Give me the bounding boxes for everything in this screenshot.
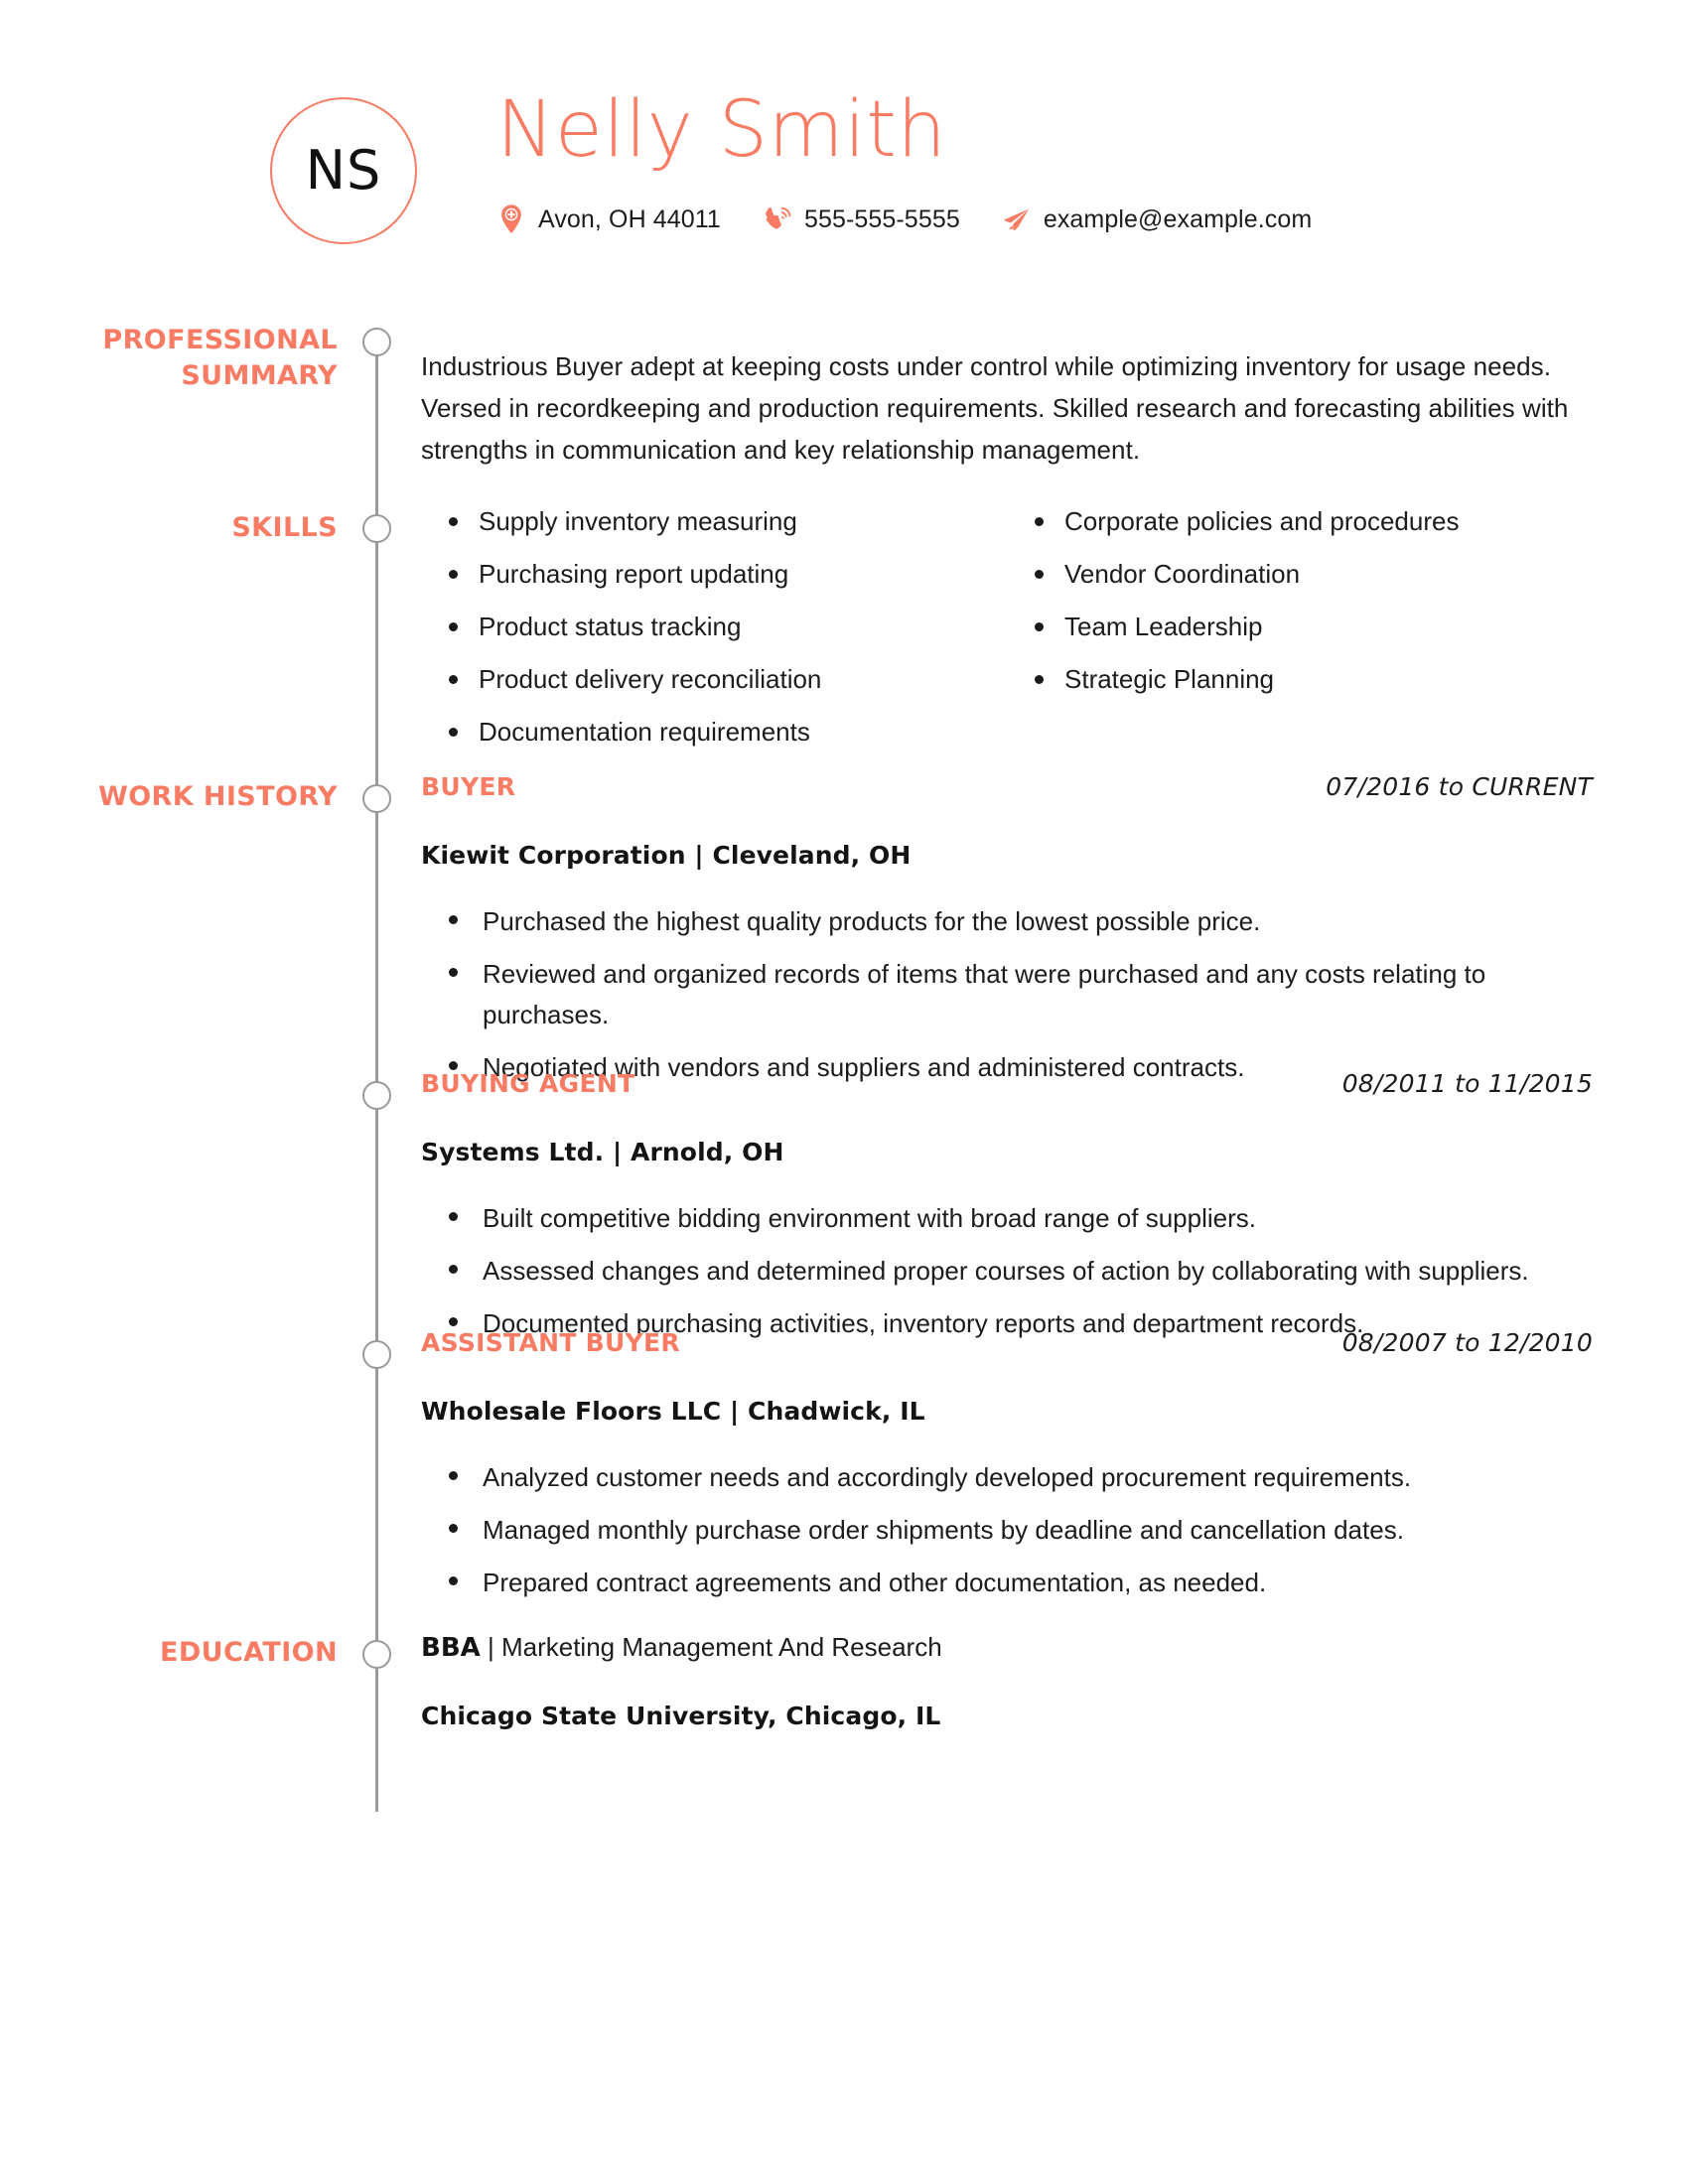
skill-item: Team Leadership — [1007, 614, 1593, 639]
timeline-dot-job-0 — [362, 784, 391, 813]
education-degree-line: BBA | Marketing Management And Research — [421, 1632, 1593, 1664]
resume-page: NS Nelly Smith Avon, OH 44011 555-555-55… — [0, 0, 1688, 2184]
job-bullet: Reviewed and organized records of items … — [421, 954, 1593, 1035]
job-entry: BUYER 07/2016 to CURRENT Kiewit Corporat… — [421, 772, 1593, 1100]
education-school: Chicago State University, Chicago, IL — [421, 1702, 941, 1731]
summary-label-line-1: PROFESSIONAL — [102, 325, 338, 355]
job-bullet: Assessed changes and determined proper c… — [421, 1251, 1593, 1292]
skills-column-left: Supply inventory measuring Purchasing re… — [421, 508, 1007, 771]
section-education: BBA | Marketing Management And Research … — [421, 1632, 1593, 1730]
section-label-skills: SKILLS — [231, 512, 338, 543]
job-dates: 08/2007 to 12/2010 — [1341, 1328, 1593, 1357]
job-bullet: Prepared contract agreements and other d… — [421, 1563, 1593, 1603]
job-bullet: Managed monthly purchase order shipments… — [421, 1510, 1593, 1551]
skill-item: Corporate policies and procedures — [1007, 508, 1593, 534]
phone-icon — [766, 206, 791, 229]
timeline-dot-education — [362, 1640, 391, 1669]
location-pin-icon — [501, 205, 521, 233]
job-dates: 07/2016 to CURRENT — [1326, 772, 1593, 801]
timeline-dot-job-2 — [362, 1340, 391, 1369]
skill-item: Supply inventory measuring — [421, 508, 1007, 534]
skill-item: Documentation requirements — [421, 719, 1007, 745]
job-entry: ASSISTANT BUYER 08/2007 to 12/2010 Whole… — [421, 1328, 1593, 1615]
phone-text: 555-555-5555 — [803, 205, 960, 233]
timeline-dot-skills — [362, 514, 391, 543]
job-company: Wholesale Floors LLC | Chadwick, IL — [421, 1397, 925, 1426]
section-summary: Industrious Buyer adept at keeping costs… — [421, 320, 1593, 496]
section-label-summary: PROFESSIONAL SUMMARY — [70, 323, 338, 395]
summary-label-line-2: SUMMARY — [181, 360, 338, 392]
skill-item: Product delivery reconciliation — [421, 666, 1007, 692]
section-label-education: EDUCATION — [159, 1637, 338, 1668]
job-bullet: Purchased the highest quality products f… — [421, 901, 1593, 942]
contact-location: Avon, OH 44011 — [496, 204, 721, 235]
skill-item: Strategic Planning — [1007, 666, 1593, 692]
skill-item: Product status tracking — [421, 614, 1007, 639]
education-field: Marketing Management And Research — [500, 1632, 942, 1662]
job-title: BUYER — [421, 772, 516, 801]
job-title: ASSISTANT BUYER — [421, 1328, 680, 1357]
skill-item: Purchasing report updating — [421, 561, 1007, 587]
education-separator: | — [480, 1632, 501, 1662]
location-text: Avon, OH 44011 — [538, 205, 721, 233]
job-bullet: Built competitive bidding environment wi… — [421, 1198, 1593, 1239]
summary-text: Industrious Buyer adept at keeping costs… — [421, 351, 1569, 466]
paper-plane-icon — [1004, 208, 1030, 231]
job-title: BUYING AGENT — [421, 1069, 635, 1098]
timeline-dot-summary — [362, 328, 391, 356]
section-label-work-history: WORK HISTORY — [98, 781, 338, 812]
skills-column-right: Corporate policies and procedures Vendor… — [1007, 508, 1593, 771]
contact-phone: 555-555-5555 — [763, 204, 960, 235]
job-dates: 08/2011 to 11/2015 — [1341, 1069, 1593, 1098]
email-text: example@example.com — [1043, 205, 1313, 233]
timeline-spine — [375, 328, 378, 1812]
job-entry: BUYING AGENT 08/2011 to 11/2015 Systems … — [421, 1069, 1593, 1356]
job-company: Kiewit Corporation | Cleveland, OH — [421, 841, 912, 870]
page-title: Nelly Smith — [496, 85, 947, 175]
job-bullet: Analyzed customer needs and accordingly … — [421, 1457, 1593, 1498]
skill-item: Vendor Coordination — [1007, 561, 1593, 587]
section-skills: Supply inventory measuring Purchasing re… — [421, 508, 1593, 771]
contact-row: Avon, OH 44011 555-555-5555 example@exam… — [496, 204, 1312, 235]
job-company: Systems Ltd. | Arnold, OH — [421, 1138, 784, 1166]
contact-email: example@example.com — [1002, 204, 1312, 235]
resume-header: NS Nelly Smith Avon, OH 44011 555-555-55… — [0, 0, 1688, 244]
monogram-initials: NS — [305, 139, 382, 202]
monogram-badge: NS — [270, 97, 417, 244]
timeline-dot-job-1 — [362, 1081, 391, 1110]
education-degree: BBA — [421, 1633, 481, 1663]
